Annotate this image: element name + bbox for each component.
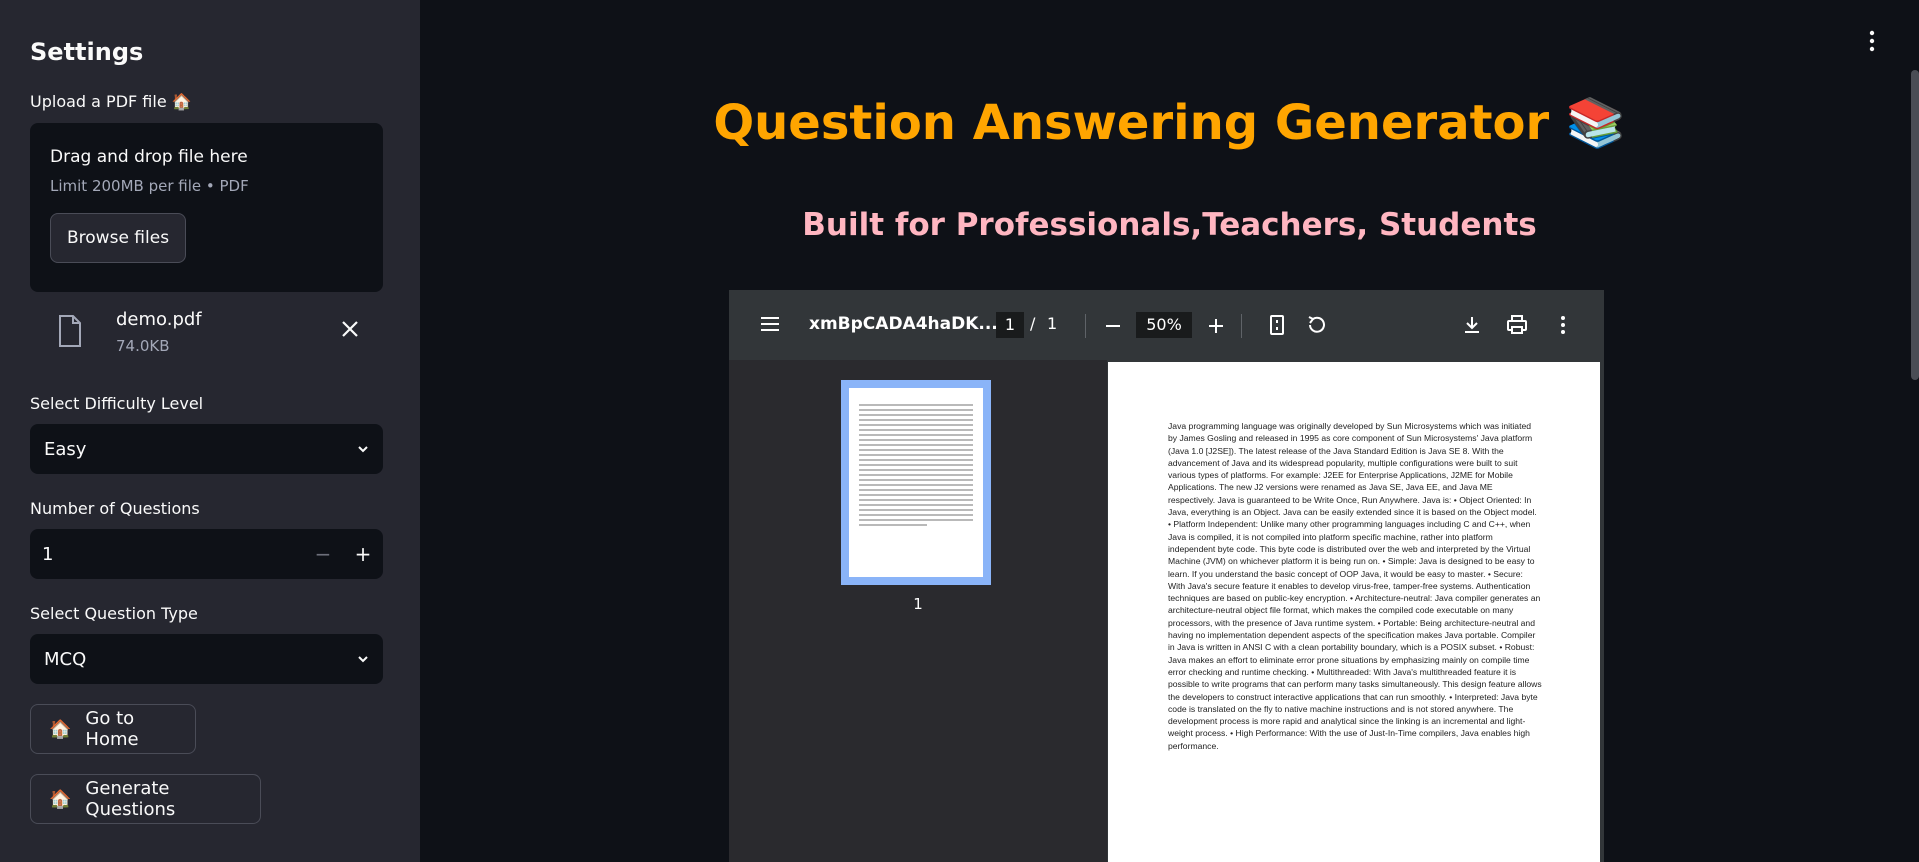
question-type-label: Select Question Type [30, 604, 198, 623]
thumbnail-number: 1 [913, 595, 923, 613]
thumbnail-text-line [859, 484, 973, 486]
thumbnail-text-line [859, 414, 973, 416]
download-icon[interactable] [1461, 314, 1483, 336]
thumbnail-text-line [859, 519, 973, 521]
thumbnail-text-line [859, 459, 973, 461]
thumbnail-text-line [859, 444, 973, 446]
question-type-value: MCQ [44, 648, 87, 670]
question-type-select[interactable]: MCQ [30, 634, 383, 684]
toolbar-divider [1085, 314, 1086, 338]
fit-page-icon[interactable] [1266, 314, 1288, 336]
pdf-filename: xmBpCADA4haDK... [809, 314, 998, 334]
scrollbar[interactable] [1911, 70, 1919, 380]
thumbnail-text-line [859, 409, 973, 411]
thumbnail-page [849, 388, 983, 577]
toolbar-divider [1241, 314, 1242, 338]
difficulty-select[interactable]: Easy [30, 424, 383, 474]
thumbnail-text-line [859, 494, 973, 496]
increment-button[interactable]: + [343, 542, 383, 566]
page-subtitle: Built for Professionals,Teachers, Studen… [802, 207, 1537, 243]
chevron-down-icon [358, 446, 368, 453]
thumbnail-text-line [859, 429, 973, 431]
thumbnail-text-line [859, 424, 973, 426]
more-vertical-icon[interactable] [1866, 30, 1878, 52]
zoom-out-icon[interactable] [1102, 315, 1124, 337]
pdf-toolbar: xmBpCADA4haDK... 1 / 1 50% [729, 290, 1604, 360]
thumbnail-text-line [859, 464, 973, 466]
thumbnail-pane: 1 [729, 360, 1107, 862]
thumbnail-text-line [859, 404, 973, 406]
page-total: 1 [1047, 314, 1058, 333]
page-thumbnail[interactable] [841, 380, 991, 585]
page-title: Question Answering Generator 📚 [713, 95, 1626, 151]
thumbnail-text-line [859, 469, 973, 471]
go-to-home-button[interactable]: 🏠 Go to Home [30, 704, 196, 754]
thumbnail-label: 1 [729, 595, 1107, 613]
house-icon: 🏠 [49, 788, 72, 810]
house-icon: 🏠 [49, 718, 72, 740]
print-icon[interactable] [1506, 314, 1528, 336]
page-number-input[interactable]: 1 [996, 312, 1024, 338]
generate-questions-label: Generate Questions [85, 778, 176, 820]
chevron-down-icon [358, 656, 368, 663]
sidebar-title: Settings [30, 38, 144, 66]
num-questions-input[interactable]: 1 [30, 544, 303, 565]
go-to-home-label: Go to Home [85, 708, 139, 750]
difficulty-value: Easy [44, 438, 87, 460]
thumbnail-text-line [859, 524, 928, 526]
difficulty-label: Select Difficulty Level [30, 394, 204, 413]
thumbnail-text-line [859, 449, 973, 451]
num-questions-label: Number of Questions [30, 499, 200, 518]
thumbnail-text-line [859, 514, 973, 516]
file-icon [59, 315, 81, 347]
thumbnail-text-line [859, 474, 973, 476]
thumbnail-text-line [859, 479, 973, 481]
thumbnail-text-line [859, 499, 973, 501]
zoom-level[interactable]: 50% [1136, 312, 1192, 338]
thumbnail-text-line [859, 509, 973, 511]
file-size: 74.0KB [116, 337, 170, 355]
zoom-in-icon[interactable] [1205, 315, 1227, 337]
thumbnail-text-line [859, 434, 973, 436]
num-questions-stepper: 1 − + [30, 529, 383, 579]
more-vertical-icon[interactable] [1552, 314, 1574, 336]
page-separator: / [1030, 314, 1036, 333]
thumbnail-text-line [859, 489, 973, 491]
generate-questions-button[interactable]: 🏠 Generate Questions [30, 774, 261, 824]
pdf-viewer: xmBpCADA4haDK... 1 / 1 50% 1 Java progra… [729, 290, 1604, 862]
menu-icon[interactable] [761, 317, 779, 331]
file-name: demo.pdf [116, 309, 202, 330]
close-icon[interactable] [340, 319, 360, 339]
uploaded-file-row: demo.pdf 74.0KB [30, 303, 383, 363]
pdf-page: Java programming language was originally… [1108, 362, 1600, 862]
thumbnail-text-line [859, 419, 973, 421]
decrement-button[interactable]: − [303, 542, 343, 566]
dropzone-subtitle: Limit 200MB per file • PDF [50, 177, 249, 195]
thumbnail-text-line [859, 454, 973, 456]
pdf-page-text: Java programming language was originally… [1168, 421, 1542, 751]
rotate-icon[interactable] [1305, 314, 1327, 336]
thumbnail-text-line [859, 439, 973, 441]
thumbnail-text-line [859, 504, 973, 506]
